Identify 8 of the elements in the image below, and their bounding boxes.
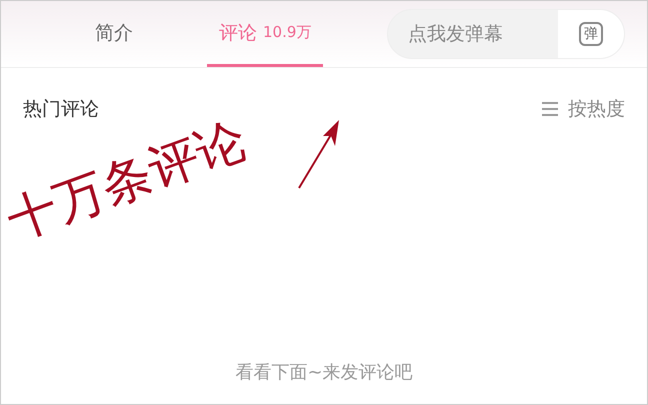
- section-title: 热门评论: [23, 97, 99, 122]
- sort-button[interactable]: 按热度: [540, 96, 625, 122]
- danmaku-field[interactable]: 点我发弹幕 弹: [387, 9, 625, 59]
- tab[interactable]: 评论 10.9万: [207, 1, 324, 67]
- empty-hint: 看看下面~来发评论吧: [234, 361, 414, 384]
- danmaku-button[interactable]: 弹: [558, 10, 624, 58]
- tab[interactable]: 简介: [61, 1, 167, 67]
- menu-icon: [540, 101, 560, 117]
